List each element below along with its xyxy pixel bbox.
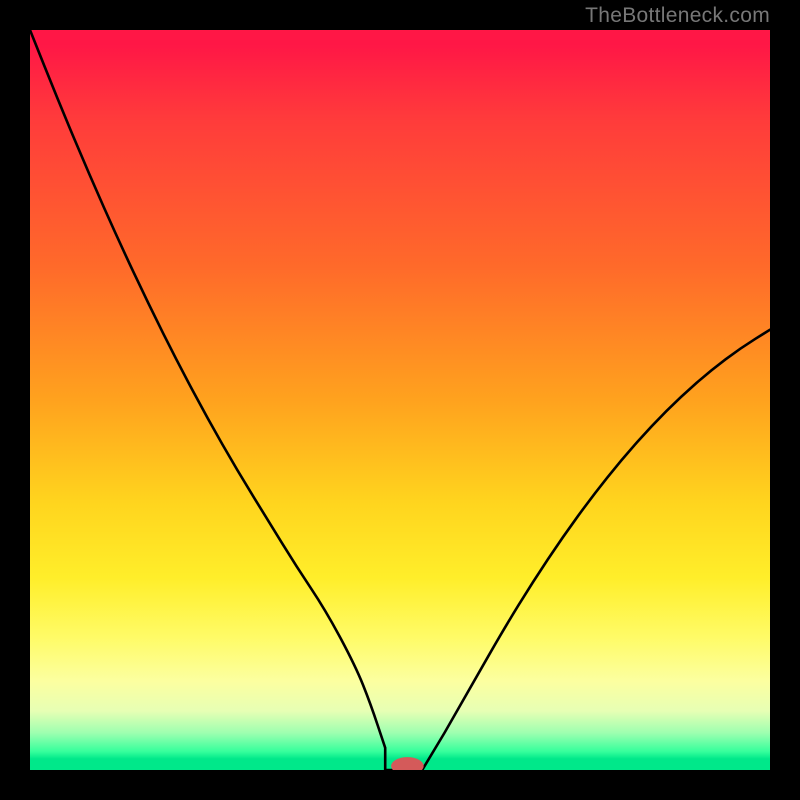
- watermark-text: TheBottleneck.com: [585, 4, 770, 28]
- bottleneck-curve: [30, 30, 770, 770]
- plot-area: [30, 30, 770, 770]
- curve-svg: [30, 30, 770, 770]
- chart-frame: TheBottleneck.com: [0, 0, 800, 800]
- notch-marker: [391, 757, 424, 770]
